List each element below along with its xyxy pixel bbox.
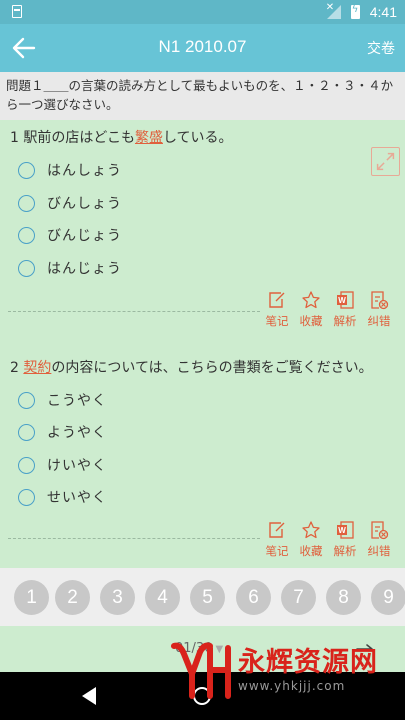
question-keyword: 契約 [23,360,52,376]
svg-text:W: W [338,296,346,305]
status-bar: 4:41 [0,0,405,24]
question-number-button[interactable]: 8 [326,580,361,615]
option-item[interactable]: はんじょう [18,257,122,279]
radio-button[interactable] [18,456,35,474]
page-title: N1 2010.07 [158,37,247,56]
question-text: 1 駅前の店はどこも繁盛している。 [10,130,233,146]
question-number-button[interactable]: 1 [14,580,49,615]
question-number-button[interactable]: 7 [281,580,316,615]
watermark-url: www.yhkjjj.com [238,679,346,693]
question-number-button[interactable]: 2 [55,580,90,615]
svg-text:W: W [338,526,346,535]
watermark-logo [171,642,231,699]
watermark: 永辉资源网 www.yhkjjj.com [170,640,378,700]
radio-button[interactable] [18,226,35,244]
favorite-button[interactable]: 收藏 [294,290,328,329]
option-item[interactable]: びんしょう [18,192,122,214]
status-icons: 4:41 [326,2,397,20]
divider [8,538,260,539]
question-text: 2 契約の内容については、こちらの書類をご覧ください。 [10,360,373,376]
favorite-button[interactable]: 收藏 [294,520,328,559]
question-number-bar: 1 2 3 4 5 6 7 8 9 [0,568,405,626]
option-item[interactable]: こうやく [18,389,107,411]
question-number-button[interactable]: 6 [236,580,271,615]
radio-button[interactable] [18,488,35,506]
question-number-button[interactable]: 4 [145,580,180,615]
star-icon [302,291,320,309]
option-item[interactable]: はんしょう [18,159,122,181]
radio-button[interactable] [18,391,35,409]
report-error-icon [371,291,389,310]
instruction-text: 問題１＿＿の言葉の読み方として最もよいものを、１・２・３・４から一つ選びなさい。 [0,72,405,120]
option-item[interactable]: びんじょう [18,224,122,246]
word-doc-icon: W [337,291,354,309]
report-error-icon [371,521,389,540]
word-doc-icon: W [337,521,354,539]
option-item[interactable]: けいやく [18,454,107,476]
report-error-button[interactable]: 纠错 [362,290,396,329]
submit-button[interactable]: 交卷 [367,38,395,58]
question-toolbar: 笔记 收藏 W 解析 纠错 [260,290,396,329]
analysis-button[interactable]: W 解析 [328,520,362,559]
radio-button[interactable] [18,259,35,277]
option-item[interactable]: ようやく [18,421,107,443]
report-error-button[interactable]: 纠错 [362,520,396,559]
divider [8,311,260,312]
expand-icon[interactable] [371,147,400,176]
note-button[interactable]: 笔记 [260,290,294,329]
analysis-button[interactable]: W 解析 [328,290,362,329]
app-bar: N1 2010.07 交卷 [0,24,405,72]
note-icon [269,292,285,308]
watermark-name: 永辉资源网 [238,647,378,678]
note-button[interactable]: 笔记 [260,520,294,559]
question-number-button[interactable]: 9 [371,580,405,615]
radio-button[interactable] [18,161,35,179]
question-keyword: 繁盛 [134,130,163,146]
signal-icon [326,2,341,19]
radio-button[interactable] [18,423,35,441]
star-icon [302,521,320,539]
question-number-button[interactable]: 5 [190,580,225,615]
nav-back-icon[interactable] [80,686,98,706]
status-time: 4:41 [369,4,397,20]
radio-button[interactable] [18,194,35,212]
sd-card-icon [12,5,22,18]
question-toolbar: 笔记 收藏 W 解析 纠错 [260,520,396,559]
question-number-button[interactable]: 3 [100,580,135,615]
note-icon [269,522,285,538]
option-item[interactable]: せいやく [18,486,107,508]
battery-icon [350,4,360,19]
